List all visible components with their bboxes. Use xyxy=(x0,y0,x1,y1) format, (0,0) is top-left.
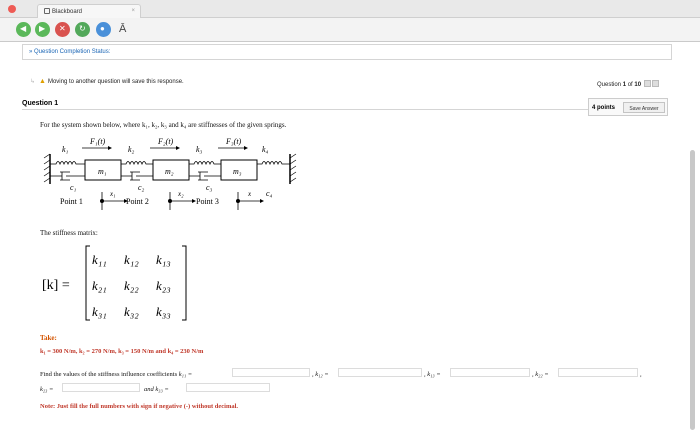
given-values: k₁ = 300 N/m, k₂ = 270 N/m, k₃ = 150 N/m… xyxy=(40,348,204,355)
damper-2 xyxy=(121,171,153,181)
force-1-label: F₁(t) xyxy=(89,137,106,146)
browser-tab[interactable]: Blackboard × xyxy=(37,4,141,18)
tab-title: Blackboard xyxy=(52,9,83,15)
points-box: 4 points Save Answer xyxy=(588,98,668,116)
k13-input[interactable] xyxy=(450,368,530,377)
trailing-comma: , xyxy=(640,371,642,378)
displacement-2-label: x₂ xyxy=(177,190,184,198)
matrix-cell-11: k₁₁ xyxy=(92,252,107,267)
question-prompt: For the system shown below, where k₁, k₂… xyxy=(40,121,287,129)
tab-close-icon[interactable]: × xyxy=(131,8,135,14)
spring-2-label: k₂ xyxy=(128,145,135,154)
displacement-1-label: x₁ xyxy=(109,190,116,198)
matrix-cell-22: k₂₂ xyxy=(124,278,139,293)
damper-3 xyxy=(189,171,221,181)
counter-prefix: Question xyxy=(597,82,623,88)
close-window-button[interactable] xyxy=(8,5,16,13)
refresh-icon: ↻ xyxy=(79,24,86,33)
point-3-label: Point 3 xyxy=(196,197,219,206)
k22-label: , k₂₂ = xyxy=(532,371,549,378)
displacement-3-label: x xyxy=(247,190,252,198)
globe-icon: ● xyxy=(100,24,105,33)
find-prefix: Find the values of the stiffness influen… xyxy=(40,371,178,378)
right-wall-hatch xyxy=(289,153,297,183)
force-2-label: F₂(t) xyxy=(157,137,174,146)
find-instruction: Find the values of the stiffness influen… xyxy=(40,371,192,378)
k13-label: , k₁₃ = xyxy=(424,371,441,378)
text-size-button[interactable]: Ā xyxy=(119,23,126,35)
spring-1-label: k₁ xyxy=(62,145,69,154)
question-completion-status[interactable]: » Question Completion Status: xyxy=(22,44,672,60)
matrix-cell-21: k₂₁ xyxy=(92,278,107,293)
refresh-button[interactable]: ↻ xyxy=(75,22,90,37)
damper-2-label: c₂ xyxy=(138,183,145,192)
spring-3 xyxy=(189,161,221,166)
browser-toolbar: ◀ ▶ ✕ ↻ ● Ā xyxy=(0,18,700,42)
stop-button[interactable]: ✕ xyxy=(55,22,70,37)
matrix-cell-12: k₁₂ xyxy=(124,252,139,267)
save-warning: ↳ ▲ Moving to another question will save t… xyxy=(30,78,184,85)
matrix-cell-23: k₂₃ xyxy=(156,278,171,293)
matrix-cell-33: k₃₃ xyxy=(156,304,171,319)
k33-label: and k₃₃ = xyxy=(144,386,169,393)
spring-4 xyxy=(257,161,290,166)
matrix-cell-13: k₁₃ xyxy=(156,252,171,267)
question-title: Question 1 xyxy=(22,100,588,110)
k23-input[interactable] xyxy=(62,383,140,392)
counter-total: 10 xyxy=(634,82,642,88)
back-button[interactable]: ◀ xyxy=(16,22,31,37)
matrix-cell-31: k₃₁ xyxy=(92,304,107,319)
warning-icon: ▲ xyxy=(39,78,46,85)
left-bracket xyxy=(85,245,90,321)
window-titlebar: Blackboard × xyxy=(0,0,700,18)
page-prev-button[interactable] xyxy=(643,80,651,87)
right-bracket xyxy=(182,245,187,321)
warning-text: Moving to another question will save thi… xyxy=(47,79,184,85)
arrow-right-icon: ▶ xyxy=(39,24,46,33)
spring-mass-diagram: m₁ m₂ m₃ k₁ k₂ k₃ k₄ F₁(t) F₂(t) F₃(t) c… xyxy=(43,137,297,210)
vertical-scrollbar[interactable] xyxy=(690,150,695,430)
page-icon xyxy=(44,8,50,14)
stiffness-matrix-label: The stiffness matrix: xyxy=(40,229,98,237)
mass-2-label: m₂ xyxy=(165,167,174,176)
point-1-label: Point 1 xyxy=(60,197,83,206)
arrow-left-icon: ◀ xyxy=(20,24,27,33)
spring-1 xyxy=(50,161,85,166)
stiffness-matrix: [k] = k₁₁ k₁₂ k₁₃ k₂₁ k₂₂ k₂₃ k₃₁ k₃₂ k₃… xyxy=(42,245,187,321)
points-label: 4 points xyxy=(592,105,616,111)
spring-4-label: k₄ xyxy=(262,145,269,154)
take-label: Take: xyxy=(40,334,57,342)
mass-1-label: m₁ xyxy=(98,167,107,176)
question-counter: Question 1 of 10 xyxy=(597,80,659,88)
spring-3-label: k₃ xyxy=(196,145,203,154)
globe-button[interactable]: ● xyxy=(96,22,111,37)
damper-1 xyxy=(50,171,85,181)
point-2-label: Point 2 xyxy=(126,197,149,206)
damper-4-label: c₄ xyxy=(266,189,273,198)
spring-2 xyxy=(121,161,153,166)
x-icon: ✕ xyxy=(59,24,66,33)
k33-input[interactable] xyxy=(186,383,270,392)
k12-label: , k₁₂ = xyxy=(312,371,329,378)
matrix-lhs: [k] = xyxy=(42,278,70,293)
note-text: Note: Just fill the full numbers with si… xyxy=(40,403,239,410)
k23-label: k₂₃ = xyxy=(40,386,54,393)
left-wall-hatch xyxy=(43,153,51,183)
force-3-label: F₃(t) xyxy=(225,137,242,146)
mass-3-label: m₃ xyxy=(233,167,242,176)
sub-arrow-icon: ↳ xyxy=(30,79,36,85)
k11-label: k₁₁ = xyxy=(178,371,193,378)
matrix-cell-32: k₃₂ xyxy=(124,304,139,319)
k11-input[interactable] xyxy=(232,368,310,377)
damper-1-label: c₁ xyxy=(70,183,77,192)
forward-button[interactable]: ▶ xyxy=(35,22,50,37)
k12-input[interactable] xyxy=(338,368,422,377)
save-answer-button[interactable]: Save Answer xyxy=(623,102,665,113)
damper-3-label: c₃ xyxy=(206,183,213,192)
page-next-button[interactable] xyxy=(651,80,659,87)
k22-input[interactable] xyxy=(558,368,638,377)
